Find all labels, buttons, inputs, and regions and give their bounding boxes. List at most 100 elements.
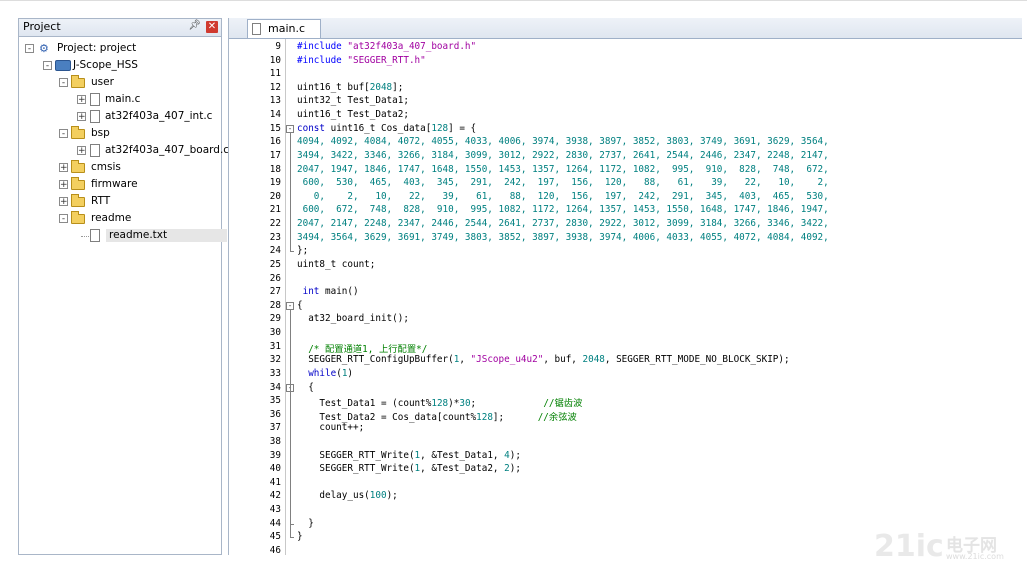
tree-item[interactable]: - user bbox=[19, 75, 221, 92]
line-number: 9 bbox=[275, 41, 281, 52]
file-icon bbox=[90, 144, 100, 157]
collapse-icon[interactable]: - bbox=[59, 129, 68, 139]
project-panel-title: Project bbox=[23, 20, 61, 33]
tree-item[interactable]: + cmsis bbox=[19, 160, 221, 177]
code-token: Test_Data1 = (count% bbox=[297, 398, 432, 410]
code-text: SEGGER_RTT_ConfigUpBuffer(1, "JScope_u4u… bbox=[297, 354, 790, 366]
line-number: 15 bbox=[269, 122, 281, 134]
code-text: 3494, 3564, 3629, 3691, 3749, 3803, 3852… bbox=[297, 232, 829, 243]
code-line: 20 0, 2, 10, 22, 39, 61, 88, 120, 156, 1… bbox=[229, 191, 1022, 205]
code-text: 4094, 4092, 4084, 4072, 4055, 4033, 4006… bbox=[297, 136, 829, 147]
expand-icon[interactable]: + bbox=[59, 180, 68, 190]
fold-toggle-icon[interactable]: - bbox=[286, 124, 294, 133]
watermark-url: www.21ic.com bbox=[946, 552, 1004, 561]
tree-item[interactable]: readme.txt bbox=[19, 228, 228, 245]
project-panel-header: Project 📌︎ ✕ bbox=[19, 19, 221, 37]
line-number: 12 bbox=[269, 81, 281, 93]
code-text: } bbox=[297, 531, 303, 542]
folder-icon bbox=[71, 160, 85, 173]
watermark-brand: 21ic bbox=[874, 529, 944, 564]
tree-item[interactable]: - J-Scope_HSS bbox=[19, 58, 221, 75]
code-token: int bbox=[302, 286, 320, 298]
tree-item[interactable]: + RTT bbox=[19, 194, 221, 211]
project-panel: Project 📌︎ ✕ - ⚙ Project: project - J-Scope_… bbox=[18, 18, 229, 555]
code-text: int main() bbox=[297, 286, 359, 297]
code-line: 36 Test_Data2 = Cos_data[count%128]; //余… bbox=[229, 409, 1022, 423]
editor-tabbar: main.c bbox=[229, 18, 1022, 39]
tree-item[interactable]: - ⚙ Project: project bbox=[19, 41, 221, 58]
project-root-icon: ⚙ bbox=[39, 42, 49, 55]
file-icon bbox=[90, 110, 100, 123]
line-number: 40 bbox=[269, 463, 281, 475]
code-token: ); bbox=[509, 449, 521, 461]
code-token: #include bbox=[297, 54, 348, 66]
line-number: 41 bbox=[269, 476, 281, 488]
line-number: 28 bbox=[269, 299, 281, 311]
code-line: 10 #include "SEGGER_RTT.h" bbox=[229, 55, 1022, 69]
tree-item-label: readme bbox=[91, 212, 132, 224]
fold-end-mark bbox=[290, 251, 294, 253]
code-text: uint16_t buf[2048]; bbox=[297, 82, 403, 93]
expand-icon[interactable]: + bbox=[77, 146, 86, 156]
expand-icon[interactable]: + bbox=[59, 197, 68, 207]
tab-main-c[interactable]: main.c bbox=[247, 19, 321, 38]
fold-toggle-icon[interactable]: - bbox=[286, 301, 294, 310]
line-number: 38 bbox=[269, 435, 281, 447]
folder-icon bbox=[71, 194, 85, 207]
code-line: 39 SEGGER_RTT_Write(1, &Test_Data1, 4); bbox=[229, 450, 1022, 464]
code-token: /* 配置通道1, 上行配置*/ bbox=[297, 343, 428, 355]
code-text: Test_Data2 = Cos_data[count%128]; //余弦波 bbox=[297, 409, 576, 423]
code-line: 25 uint8_t count; bbox=[229, 259, 1022, 273]
code-token: ] = { bbox=[448, 122, 477, 134]
folder-icon bbox=[71, 211, 85, 224]
expand-icon[interactable]: + bbox=[59, 163, 68, 173]
pin-icon[interactable]: 📌︎ bbox=[188, 20, 201, 31]
code-token: } bbox=[297, 531, 303, 543]
tree-item[interactable]: + main.c bbox=[19, 92, 221, 109]
expand-icon[interactable]: + bbox=[77, 95, 86, 105]
line-number: 45 bbox=[269, 531, 281, 543]
tree-item-label: J-Scope_HSS bbox=[73, 59, 138, 71]
collapse-icon[interactable]: - bbox=[59, 214, 68, 224]
code-token: SEGGER_RTT_Write( bbox=[297, 449, 415, 461]
code-text: 600, 530, 465, 403, 345, 291, 242, 197, … bbox=[297, 177, 829, 188]
code-line: 34- { bbox=[229, 382, 1022, 396]
collapse-icon[interactable]: - bbox=[43, 61, 52, 71]
line-number: 13 bbox=[269, 95, 281, 107]
tree-item[interactable]: + at32f403a_407_int.c bbox=[19, 109, 221, 126]
code-line: 27 int main() bbox=[229, 286, 1022, 300]
tree-item[interactable]: + at32f403a_407_board.c bbox=[19, 143, 229, 160]
code-text: delay_us(100); bbox=[297, 490, 397, 501]
tree-item[interactable]: - bsp bbox=[19, 126, 221, 143]
file-icon bbox=[90, 93, 100, 106]
code-text: /* 配置通道1, 上行配置*/ bbox=[297, 341, 427, 355]
code-area[interactable]: 9 #include "at32f403a_407_board.h" 10 #incl… bbox=[229, 39, 1022, 556]
collapse-icon[interactable]: - bbox=[25, 44, 34, 54]
close-icon[interactable]: ✕ bbox=[206, 21, 218, 33]
code-line: 14 uint16_t Test_Data2; bbox=[229, 109, 1022, 123]
expand-icon[interactable]: + bbox=[77, 112, 86, 122]
code-token: 128 bbox=[431, 122, 449, 134]
tree-item[interactable]: - readme bbox=[19, 211, 221, 228]
code-text: uint16_t Test_Data2; bbox=[297, 109, 409, 120]
line-number: 29 bbox=[269, 313, 281, 325]
code-line: 43 bbox=[229, 504, 1022, 518]
code-text: SEGGER_RTT_Write(1, &Test_Data2, 2); bbox=[297, 463, 521, 474]
code-line: 12 uint16_t buf[2048]; bbox=[229, 82, 1022, 96]
code-token: Test_Data2 = Cos_data[count% bbox=[297, 411, 477, 423]
code-token: uint8_t count; bbox=[297, 258, 376, 270]
line-number: 30 bbox=[269, 327, 281, 339]
code-line: 13 uint32_t Test_Data1; bbox=[229, 95, 1022, 109]
code-token: at32_board_init(); bbox=[297, 313, 409, 325]
collapse-icon[interactable]: - bbox=[59, 78, 68, 88]
line-number: 11 bbox=[269, 68, 281, 80]
code-token: count++; bbox=[297, 422, 365, 434]
code-token: , SEGGER_RTT_MODE_NO_BLOCK_SKIP); bbox=[604, 354, 790, 366]
code-text: 600, 672, 748, 828, 910, 995, 1082, 1172… bbox=[297, 204, 829, 215]
code-token: uint16_t Test_Data2; bbox=[297, 109, 409, 121]
tree-item[interactable]: + firmware bbox=[19, 177, 221, 194]
file-icon bbox=[90, 229, 100, 242]
folder-icon bbox=[71, 177, 85, 190]
line-number: 21 bbox=[269, 204, 281, 216]
